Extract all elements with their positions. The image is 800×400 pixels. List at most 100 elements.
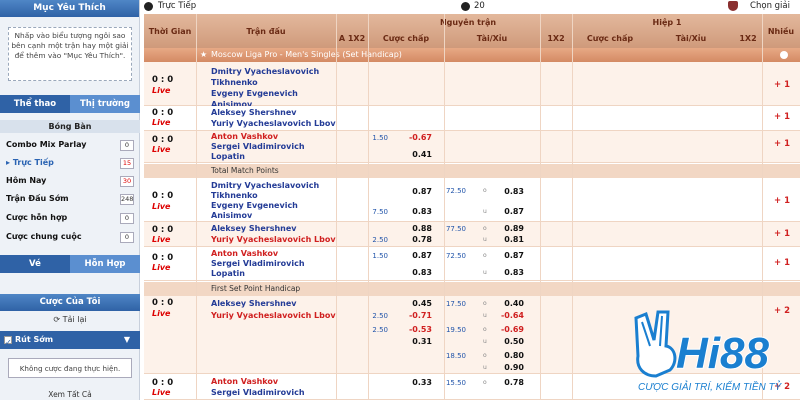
sport-title: Bóng Bàn bbox=[0, 120, 140, 133]
table-row: 0 : 0 Live Dmitry Vyacheslavovich Tikhne… bbox=[144, 178, 800, 222]
odds-cell[interactable]: 0.50 bbox=[498, 337, 524, 346]
live-label[interactable]: Trực Tiếp bbox=[158, 0, 196, 13]
odds-cell[interactable]: 0.78 bbox=[406, 235, 432, 244]
col-more: Nhiều bbox=[767, 27, 795, 36]
odds-cell[interactable]: -0.53 bbox=[406, 325, 432, 334]
odds-cell[interactable]: 0.45 bbox=[406, 299, 432, 308]
odds-cell[interactable]: -0.67 bbox=[406, 133, 432, 142]
team-home[interactable]: Aleksey Shershnev bbox=[211, 108, 297, 117]
favorites-title: Mục Yêu Thích bbox=[0, 0, 139, 17]
ticket-tabs: Vé Hỗn Hợp bbox=[0, 255, 140, 273]
odds-cell[interactable]: 0.89 bbox=[498, 224, 524, 233]
team-names[interactable]: Dmitry Vyacheslavovich Tikhnenko Evgeny E… bbox=[211, 181, 331, 221]
team-away[interactable]: Sergei Vladimirovich Lopatin bbox=[211, 259, 321, 279]
team-home[interactable]: Aleksey Shershnev bbox=[211, 299, 297, 308]
more-markets-link[interactable]: + 1 bbox=[774, 80, 790, 90]
cashout-toggle[interactable]: Rút Sớm▼ bbox=[0, 331, 140, 352]
col-h1-1x2: 1X2 bbox=[739, 34, 757, 43]
odds-cell[interactable]: 0.83 bbox=[498, 187, 524, 196]
tab-mixed[interactable]: Hỗn Hợp bbox=[70, 255, 140, 273]
col-h1-hdp: Cược chấp bbox=[586, 34, 634, 43]
more-markets-link[interactable]: + 1 bbox=[774, 258, 790, 268]
choose-league-button[interactable]: Chọn giải bbox=[750, 0, 790, 13]
team-away[interactable]: Sergei Vladimirovich bbox=[211, 388, 305, 397]
more-markets-link[interactable]: + 1 bbox=[774, 229, 790, 239]
menu-item-combo[interactable]: Combo Mix Parlay 0 bbox=[0, 136, 140, 154]
odds-cell[interactable]: -0.64 bbox=[498, 311, 524, 320]
menu-item-outright[interactable]: Cược chung cuộc 0 bbox=[0, 228, 140, 246]
odds-cell[interactable]: -0.69 bbox=[498, 325, 524, 334]
hand-peace-icon bbox=[634, 310, 677, 378]
sidebar: Mục Yêu Thích Nhấp vào biểu tượng ngôi s… bbox=[0, 0, 140, 400]
col-time: Thời Gian bbox=[148, 27, 192, 36]
tab-ticket[interactable]: Vé bbox=[0, 255, 70, 273]
star-icon[interactable]: ★ bbox=[200, 48, 207, 62]
col-hdp: Cược chấp bbox=[382, 34, 430, 43]
odds-cell[interactable]: 0.78 bbox=[498, 378, 524, 387]
team-away[interactable]: Yuriy Vyacheslavovich Lbov bbox=[211, 311, 336, 320]
col-half1: Hiệp 1 bbox=[652, 18, 682, 27]
table-row: 0 : 0 Live Anton Vashkov Sergei Vladimir… bbox=[144, 247, 800, 281]
more-markets-link[interactable]: + 1 bbox=[774, 139, 790, 149]
odds-cell[interactable]: -0.71 bbox=[406, 311, 432, 320]
col-full-match: Nguyên trận bbox=[439, 18, 497, 27]
no-bets-message: Không cược đang thực hiện. bbox=[8, 358, 132, 378]
count-badge: 30 bbox=[120, 176, 134, 187]
reload-button[interactable]: ⟳ Tải lại bbox=[0, 315, 140, 324]
tab-sports[interactable]: Thể thao bbox=[0, 95, 70, 113]
table-header: Thời Gian Trận đấu Nguyên trận Hiệp 1 Nh… bbox=[144, 14, 800, 48]
col-ou: Tài/Xỉu bbox=[476, 34, 508, 43]
sidebar-tabs: Thể thao Thị trường bbox=[0, 95, 140, 113]
odds-cell[interactable]: 0.83 bbox=[406, 207, 432, 216]
expand-icon[interactable] bbox=[780, 51, 788, 59]
team-home[interactable]: Anton Vashkov bbox=[211, 249, 278, 258]
table-row: 0 : 0 Live Aleksey Shershnev Yuriy Vyach… bbox=[144, 106, 800, 131]
live-icon bbox=[144, 2, 153, 11]
odds-cell[interactable]: 0.80 bbox=[498, 351, 524, 360]
team-home[interactable]: Anton Vashkov bbox=[211, 377, 278, 386]
odds-cell[interactable]: 0.31 bbox=[406, 337, 432, 346]
col-h1-ou: Tài/Xỉu bbox=[675, 34, 707, 43]
table-row: 0 : 0 Live Aleksey Shershnev Yuriy Vyach… bbox=[144, 222, 800, 247]
view-all-link[interactable]: Xem Tất Cả bbox=[0, 390, 140, 399]
menu-item-today[interactable]: Hôm Nay 30 bbox=[0, 172, 140, 190]
odds-cell[interactable]: 0.41 bbox=[406, 150, 432, 159]
col-match: Trận đấu bbox=[246, 27, 286, 36]
team-home[interactable]: Aleksey Shershnev bbox=[211, 224, 297, 233]
odds-cell[interactable]: 0.87 bbox=[498, 251, 524, 260]
favorites-hint: Nhấp vào biểu tượng ngôi sao bên cạnh mộ… bbox=[8, 27, 132, 81]
section-header: First Set Point Handicap bbox=[144, 282, 800, 296]
count-badge: 15 bbox=[120, 158, 134, 169]
tab-markets[interactable]: Thị trường bbox=[70, 95, 140, 113]
chevron-down-icon: ▼ bbox=[123, 335, 130, 344]
team-names[interactable]: Dmitry Vyacheslavovich Tikhnenko Evgeny E… bbox=[211, 66, 331, 110]
odds-cell[interactable]: 0.40 bbox=[498, 299, 524, 308]
team-away[interactable]: Yuriy Vyacheslavovich Lbov bbox=[211, 119, 336, 128]
odds-cell[interactable]: 0.83 bbox=[498, 268, 524, 277]
odds-cell[interactable]: 0.87 bbox=[498, 207, 524, 216]
checkbox-icon[interactable] bbox=[4, 334, 12, 352]
odds-cell[interactable]: 0.90 bbox=[498, 363, 524, 372]
hi88-logo: Hi88 CƯỢC GIẢI TRÍ, KIẾM TIỀN TỶ bbox=[634, 310, 783, 393]
odds-cell[interactable]: 0.87 bbox=[406, 251, 432, 260]
odds-cell[interactable]: 0.33 bbox=[406, 378, 432, 387]
league-row[interactable]: ★ Moscow Liga Pro - Men's Singles (Set H… bbox=[144, 48, 800, 62]
menu-item-early[interactable]: Trận Đấu Sớm 248 bbox=[0, 190, 140, 208]
team-away[interactable]: Sergei Vladimirovich Lopatin bbox=[211, 142, 321, 162]
odds-cell[interactable]: 0.83 bbox=[406, 268, 432, 277]
table-row: 0 : 0 Live Anton Vashkov Sergei Vladimir… bbox=[144, 131, 800, 163]
refresh-icon: ⟳ bbox=[53, 315, 63, 324]
menu-item-live[interactable]: ▸ Trực Tiếp 15 bbox=[0, 154, 140, 172]
odds-cell[interactable]: 0.88 bbox=[406, 224, 432, 233]
menu-item-mixed[interactable]: Cược hỗn hợp 0 bbox=[0, 209, 140, 227]
more-markets-link[interactable]: + 1 bbox=[774, 196, 790, 206]
team-away[interactable]: Yuriy Vyacheslavovich Lbov bbox=[211, 235, 336, 244]
more-markets-link[interactable]: + 1 bbox=[774, 112, 790, 122]
odds-cell[interactable]: 0.81 bbox=[498, 235, 524, 244]
my-bets-title: Cược Của Tôi bbox=[0, 294, 140, 311]
team-home[interactable]: Anton Vashkov bbox=[211, 132, 278, 141]
count-badge: 0 bbox=[120, 140, 134, 151]
odds-cell[interactable]: 0.87 bbox=[406, 187, 432, 196]
col-a1x2: A 1X2 bbox=[338, 34, 366, 43]
section-header: Total Match Points bbox=[144, 164, 800, 178]
